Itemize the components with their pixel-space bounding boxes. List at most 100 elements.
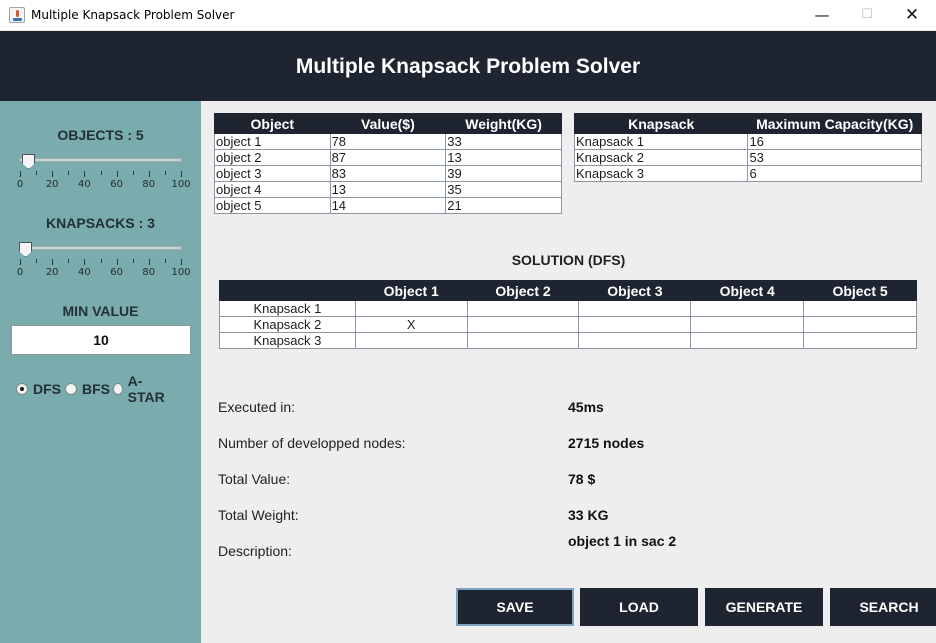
table-row[interactable]: object 4 13 35 xyxy=(214,181,562,198)
objects-slider-track[interactable] xyxy=(19,158,182,162)
table-cell[interactable] xyxy=(690,332,805,349)
radio-dfs-label[interactable]: DFS xyxy=(33,381,61,397)
table-row[interactable]: Knapsack 2 X xyxy=(219,316,917,333)
objects-slider-thumb[interactable] xyxy=(22,154,36,169)
radio-dfs[interactable]: DFS xyxy=(16,380,61,398)
table-cell[interactable] xyxy=(690,300,805,317)
knapsacks-slider-thumb[interactable] xyxy=(19,242,32,257)
column-header[interactable]: Weight(KG) xyxy=(445,113,562,134)
table-cell[interactable]: object 2 xyxy=(214,149,331,166)
table-row[interactable]: object 2 87 13 xyxy=(214,149,562,166)
radio-astar[interactable]: A-STAR xyxy=(113,373,167,405)
total-weight-label: Total Weight: xyxy=(218,507,299,523)
slider-major-tick xyxy=(52,171,54,177)
slider-major-tick xyxy=(181,259,182,265)
row-header-cell[interactable]: Knapsack 1 xyxy=(219,300,356,317)
column-header[interactable]: Value($) xyxy=(329,113,447,134)
slider-minor-tick xyxy=(164,259,166,263)
column-header[interactable]: Maximum Capacity(KG) xyxy=(747,113,922,134)
table-row[interactable]: Knapsack 1 xyxy=(219,300,917,317)
radio-dfs-indicator[interactable] xyxy=(16,383,28,395)
table-cell[interactable] xyxy=(466,316,580,333)
column-header[interactable]: Object xyxy=(214,113,331,134)
radio-astar-label[interactable]: A-STAR xyxy=(128,373,167,405)
slider-major-tick xyxy=(116,171,118,177)
table-cell[interactable] xyxy=(803,300,917,317)
table-cell[interactable]: object 5 xyxy=(214,197,331,214)
table-cell[interactable] xyxy=(466,300,580,317)
load-button[interactable]: LOAD xyxy=(580,588,698,626)
generate-button[interactable]: GENERATE xyxy=(705,588,823,626)
minimize-button[interactable]: — xyxy=(799,0,845,31)
table-row[interactable]: object 5 14 21 xyxy=(214,197,562,214)
knapsacks-slider-track[interactable] xyxy=(19,246,182,250)
total-value-value: 78 $ xyxy=(568,471,596,487)
column-header[interactable]: Object 1 xyxy=(354,280,468,301)
table-cell[interactable]: 33 xyxy=(445,133,562,150)
table-cell[interactable]: 87 xyxy=(329,149,447,166)
table-cell[interactable]: 14 xyxy=(329,197,447,214)
objects-slider[interactable]: 0 20 40 60 80 100 xyxy=(17,154,191,194)
table-row[interactable]: Knapsack 3 6 xyxy=(573,165,922,182)
table-cell[interactable] xyxy=(578,316,692,333)
table-cell[interactable]: Knapsack 1 xyxy=(573,133,749,150)
min-value-input[interactable]: 10 xyxy=(11,325,191,355)
radio-bfs-label[interactable]: BFS xyxy=(82,381,110,397)
close-button[interactable]: ✕ xyxy=(889,0,935,31)
table-row[interactable]: Knapsack 2 53 xyxy=(573,149,922,166)
main-panel: Object Value($) Weight(KG) object 1 78 3… xyxy=(201,101,936,643)
radio-astar-indicator[interactable] xyxy=(113,383,123,395)
column-header[interactable]: Object 4 xyxy=(690,280,805,301)
table-row[interactable]: Knapsack 1 16 xyxy=(573,133,922,150)
table-cell[interactable]: 16 xyxy=(747,133,922,150)
table-cell[interactable]: object 4 xyxy=(214,181,331,198)
table-cell[interactable]: X xyxy=(354,316,468,333)
table-cell[interactable] xyxy=(578,332,692,349)
slider-minor-tick xyxy=(36,259,38,263)
table-cell[interactable]: 13 xyxy=(445,149,562,166)
table-cell[interactable]: 6 xyxy=(747,165,922,182)
column-header[interactable]: Object 5 xyxy=(803,280,917,301)
knapsacks-slider[interactable]: 0 20 40 60 80 100 xyxy=(17,242,191,282)
table-cell[interactable] xyxy=(354,332,468,349)
table-cell[interactable] xyxy=(803,316,917,333)
column-header[interactable] xyxy=(219,280,356,301)
table-cell[interactable] xyxy=(803,332,917,349)
slider-minor-tick xyxy=(164,171,166,175)
save-button[interactable]: SAVE xyxy=(456,588,574,626)
table-row[interactable]: object 1 78 33 xyxy=(214,133,562,150)
slider-tick-label: 20 xyxy=(45,179,59,190)
table-cell[interactable]: Knapsack 3 xyxy=(573,165,749,182)
table-row[interactable]: Knapsack 3 xyxy=(219,332,917,349)
table-cell[interactable]: 39 xyxy=(445,165,562,182)
knapsacks-table: Knapsack Maximum Capacity(KG) Knapsack 1… xyxy=(573,113,922,182)
table-cell[interactable]: Knapsack 2 xyxy=(573,149,749,166)
table-cell[interactable]: 35 xyxy=(445,181,562,198)
table-cell[interactable]: 21 xyxy=(445,197,562,214)
table-cell[interactable] xyxy=(466,332,580,349)
table-cell[interactable]: 78 xyxy=(329,133,447,150)
row-header-cell[interactable]: Knapsack 2 xyxy=(219,316,356,333)
column-header[interactable]: Knapsack xyxy=(573,113,749,134)
radio-bfs[interactable]: BFS xyxy=(65,380,110,398)
column-header[interactable]: Object 2 xyxy=(466,280,580,301)
table-cell[interactable]: object 1 xyxy=(214,133,331,150)
table-cell[interactable] xyxy=(578,300,692,317)
column-header[interactable]: Object 3 xyxy=(578,280,692,301)
row-header-cell[interactable]: Knapsack 3 xyxy=(219,332,356,349)
table-cell[interactable]: 13 xyxy=(329,181,447,198)
table-cell[interactable] xyxy=(690,316,805,333)
maximize-button[interactable]: ☐ xyxy=(844,0,890,31)
slider-tick-label: 40 xyxy=(78,267,91,278)
radio-bfs-indicator[interactable] xyxy=(65,383,77,395)
table-row[interactable]: object 3 83 39 xyxy=(214,165,562,182)
search-button[interactable]: SEARCH xyxy=(830,588,936,626)
table-cell[interactable]: 83 xyxy=(329,165,447,182)
slider-tick-label: 80 xyxy=(142,179,156,190)
slider-tick-label: 20 xyxy=(45,267,59,278)
table-cell[interactable]: object 3 xyxy=(214,165,331,182)
table-cell[interactable] xyxy=(354,300,468,317)
slider-tick-label: 80 xyxy=(142,267,156,278)
table-cell[interactable]: 53 xyxy=(747,149,922,166)
window-titlebar: Multiple Knapsack Problem Solver — ☐ ✕ xyxy=(0,0,936,31)
